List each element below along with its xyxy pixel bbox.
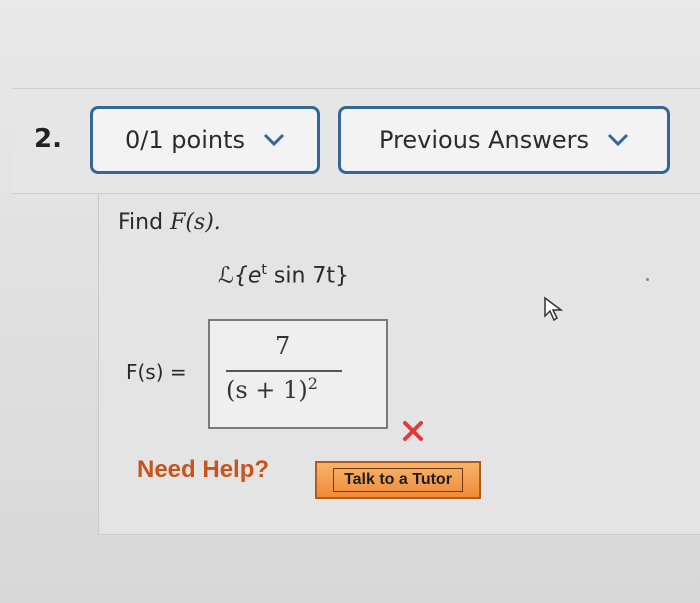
points-label: 0/1 points [125, 126, 245, 154]
answer-numerator: 7 [275, 332, 291, 360]
cursor-pointer-icon [543, 296, 565, 328]
close-icon [402, 420, 424, 446]
question-prompt: Find F(s). [118, 210, 221, 235]
expression-main: ℒ{e [218, 263, 262, 289]
expression-rest: sin 7t} [266, 263, 350, 289]
answer-denominator: (s + 1) [226, 376, 308, 404]
need-help-label: Need Help? [137, 456, 270, 483]
answer-exponent: 2 [307, 374, 318, 393]
fraction-bar [226, 370, 342, 372]
question-number: 2. [34, 124, 62, 154]
previous-answers-label: Previous Answers [379, 126, 589, 154]
stray-dot [646, 278, 649, 281]
answer-denominator-group: (s + 1)2 [226, 374, 318, 404]
chevron-down-icon [263, 133, 285, 147]
laplace-expression: ℒ{et sin 7t} [218, 262, 349, 288]
previous-answers-dropdown[interactable]: Previous Answers [338, 106, 670, 174]
chevron-down-icon [607, 133, 629, 147]
talk-to-tutor-button[interactable]: Talk to a Tutor [315, 461, 481, 499]
points-dropdown[interactable]: 0/1 points [90, 106, 320, 174]
answer-label: F(s) = [126, 360, 187, 384]
prompt-text: Find [118, 210, 164, 235]
prompt-function: F(s). [170, 210, 221, 235]
tutor-button-label: Talk to a Tutor [333, 468, 463, 492]
